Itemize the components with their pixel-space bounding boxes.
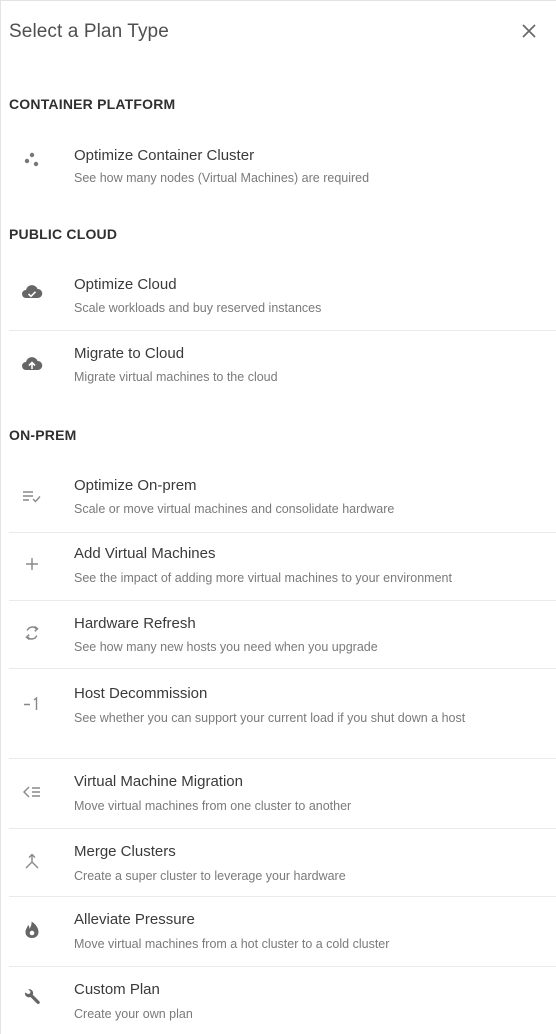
wrench-icon bbox=[21, 987, 43, 1009]
merge-icon bbox=[21, 851, 43, 873]
plan-option-description: See whether you can support your current… bbox=[74, 711, 466, 725]
plan-option-name: Hardware Refresh bbox=[74, 615, 196, 632]
plan-option-description: Scale or move virtual machines and conso… bbox=[74, 502, 395, 516]
list-check-icon bbox=[21, 485, 43, 507]
cloud-check-icon bbox=[21, 281, 43, 303]
cloud-upload-icon bbox=[21, 353, 43, 375]
plan-option-description: See how many nodes (Virtual Machines) ar… bbox=[74, 171, 370, 185]
plan-option-description: Create a super cluster to leverage your … bbox=[74, 869, 346, 883]
plan-option-name: Virtual Machine Migration bbox=[74, 773, 243, 790]
plus-icon bbox=[21, 553, 43, 575]
migration-icon bbox=[21, 781, 43, 803]
plan-option-description: Migrate virtual machines to the cloud bbox=[74, 370, 278, 384]
plan-option-name: Custom Plan bbox=[74, 981, 160, 998]
plan-option-description: Scale workloads and buy reserved instanc… bbox=[74, 301, 322, 315]
container-cluster-icon bbox=[21, 149, 43, 171]
plan-option-description: See the impact of adding more virtual ma… bbox=[74, 571, 452, 585]
plan-option-add-virtual-machines[interactable]: Add Virtual Machines See the impact of a… bbox=[9, 533, 556, 601]
plan-option-name: Alleviate Pressure bbox=[74, 911, 195, 928]
plan-option-migrate-to-cloud[interactable]: Migrate to Cloud Migrate virtual machine… bbox=[9, 331, 556, 401]
plan-option-description: Move virtual machines from one cluster t… bbox=[74, 799, 352, 813]
plan-option-alleviate-pressure[interactable]: Alleviate Pressure Move virtual machines… bbox=[9, 897, 556, 967]
minus-one-icon bbox=[21, 693, 43, 715]
plan-option-virtual-machine-migration[interactable]: Virtual Machine Migration Move virtual m… bbox=[9, 759, 556, 829]
dialog-header: Select a Plan Type bbox=[1, 1, 556, 65]
plan-option-name: Host Decommission bbox=[74, 685, 208, 702]
plan-option-name: Optimize On-prem bbox=[74, 477, 197, 494]
plan-option-name: Add Virtual Machines bbox=[74, 545, 216, 562]
plan-option-name: Optimize Cloud bbox=[74, 276, 177, 293]
close-icon bbox=[521, 23, 537, 44]
section-title-container-platform: CONTAINER PLATFORM bbox=[9, 96, 176, 112]
plan-option-hardware-refresh[interactable]: Hardware Refresh See how many new hosts … bbox=[9, 601, 556, 669]
plan-option-optimize-on-prem[interactable]: Optimize On-prem Scale or move virtual m… bbox=[9, 463, 556, 533]
dialog-title: Select a Plan Type bbox=[9, 21, 169, 42]
refresh-icon bbox=[21, 622, 43, 644]
plan-option-description: See how many new hosts you need when you… bbox=[74, 640, 378, 654]
plan-option-custom-plan[interactable]: Custom Plan Create your own plan bbox=[9, 967, 556, 1034]
plan-option-optimize-container-cluster[interactable]: Optimize Container Cluster See how many … bbox=[9, 129, 556, 195]
plan-option-merge-clusters[interactable]: Merge Clusters Create a super cluster to… bbox=[9, 829, 556, 897]
plan-option-name: Optimize Container Cluster bbox=[74, 147, 255, 164]
plan-option-optimize-cloud[interactable]: Optimize Cloud Scale workloads and buy r… bbox=[9, 263, 556, 331]
section-title-on-prem: ON-PREM bbox=[9, 427, 77, 443]
close-button[interactable] bbox=[513, 17, 545, 49]
plan-option-description: Create your own plan bbox=[74, 1007, 193, 1021]
plan-option-name: Migrate to Cloud bbox=[74, 345, 185, 362]
section-title-public-cloud: PUBLIC CLOUD bbox=[9, 226, 118, 242]
flame-icon bbox=[21, 919, 43, 941]
plan-option-name: Merge Clusters bbox=[74, 843, 176, 860]
plan-option-description: Move virtual machines from a hot cluster… bbox=[74, 937, 390, 951]
plan-type-dialog: Select a Plan Type CONTAINER PLATFORM Op… bbox=[0, 0, 556, 1034]
plan-option-host-decommission[interactable]: Host Decommission See whether you can su… bbox=[9, 669, 556, 759]
